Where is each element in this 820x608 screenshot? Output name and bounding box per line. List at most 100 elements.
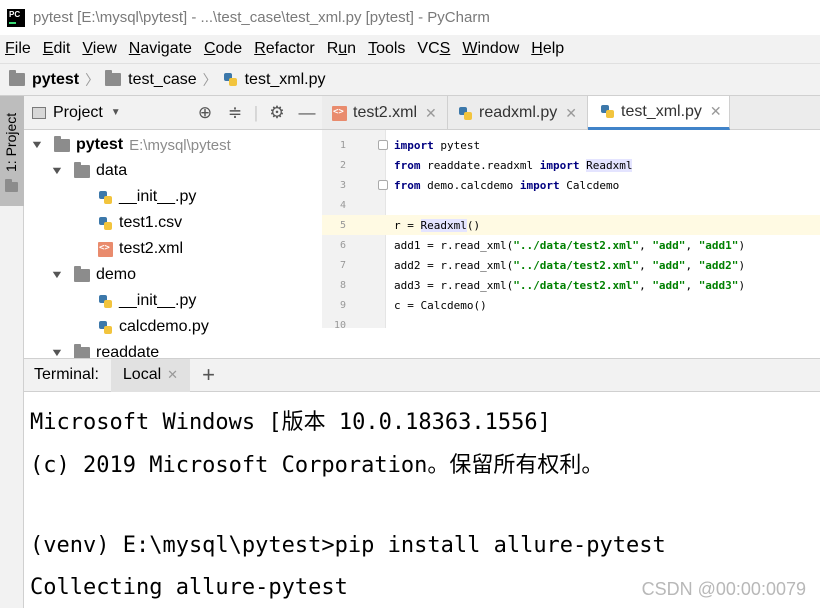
tree-item-label: test1.csv (119, 214, 183, 231)
breadcrumb: pytest 〉 test_case 〉 test_xml.py (0, 63, 820, 96)
tree-item-path: E:\mysql\pytest (129, 136, 231, 154)
breadcrumb-item-test-case[interactable]: test_case (105, 70, 197, 89)
window-title: pytest [E:\mysql\pytest] - ...\test_case… (33, 9, 490, 26)
menu-view[interactable]: View (77, 40, 121, 58)
line-number: 10 (333, 319, 346, 331)
breadcrumb-item-pytest[interactable]: pytest (9, 70, 79, 89)
breadcrumb-item-test-xml[interactable]: test_xml.py (223, 71, 326, 89)
tree-item[interactable]: ▼ demo (24, 262, 322, 288)
folder-icon (74, 265, 90, 282)
python-file-icon (98, 190, 113, 205)
menu-navigate[interactable]: Navigate (124, 40, 197, 58)
terminal-line: Microsoft Windows [版本 10.0.18363.1556] (30, 410, 551, 435)
hide-icon[interactable]: — (292, 103, 322, 123)
editor-tabs: test2.xml ✕ readxml.py ✕ test_xml.py ✕ (322, 96, 820, 130)
menu-edit[interactable]: Edit (38, 40, 76, 58)
menu-window[interactable]: Window (457, 40, 524, 58)
gear-icon[interactable]: ⚙ (262, 103, 292, 123)
folder-icon (9, 70, 25, 86)
line-number: 6 (339, 239, 346, 251)
locate-icon[interactable]: ⊕ (190, 103, 220, 123)
collapse-all-icon[interactable]: ≑ (220, 103, 250, 123)
chevron-down-icon[interactable]: ▼ (48, 165, 66, 177)
xml-file-icon (332, 105, 347, 121)
chevron-right-icon: 〉 (85, 71, 100, 88)
line-number: 7 (339, 259, 346, 271)
tab-readxml-py[interactable]: readxml.py ✕ (448, 96, 588, 130)
code-line: 3 from demo.calcdemo import Calcdemo (322, 175, 820, 195)
line-number: 5 (339, 219, 346, 231)
code-text: add2 = r.read_xml("../data/test2.xml", "… (394, 258, 746, 272)
title-bar: PC pytest [E:\mysql\pytest] - ...\test_c… (0, 0, 820, 35)
close-icon[interactable]: ✕ (167, 367, 178, 383)
code-line: 4 (322, 195, 820, 215)
line-number: 2 (339, 159, 346, 171)
tree-item-label: data (96, 162, 128, 179)
folder-icon (74, 161, 90, 178)
tree-item[interactable]: ▼ pytest E:\mysql\pytest (24, 132, 322, 158)
xml-file-icon (98, 241, 113, 257)
tree-item[interactable]: __init__.py (24, 288, 322, 314)
project-panel: Project ▼ ⊕ ≑ | ⚙ — ▼ pytest E:\mysql\pyte… (24, 96, 322, 361)
python-file-icon (458, 106, 473, 121)
chevron-down-icon[interactable]: ▼ (48, 269, 66, 281)
tree-item-label: pytest (76, 136, 124, 153)
toolbar-divider: | (253, 103, 259, 122)
terminal-tab-local[interactable]: Local ✕ (110, 358, 191, 392)
terminal-line: (venv) E:\mysql\pytest>pip install allur… (30, 533, 666, 558)
tree-item-label: test2.xml (119, 240, 184, 257)
tree-item[interactable]: calcdemo.py (24, 314, 322, 340)
project-view-selector[interactable]: Project ▼ (32, 104, 121, 122)
project-tool-button[interactable]: 1: Project (0, 96, 24, 206)
fold-icon[interactable] (378, 180, 388, 190)
watermark: CSDN @00:00:0079 (641, 579, 806, 599)
left-tool-strip: 1: Project (0, 96, 24, 608)
project-tool-label: 1: Project (3, 112, 19, 172)
new-terminal-icon[interactable]: + (202, 362, 215, 388)
menu-run[interactable]: Run (322, 40, 361, 58)
csv-file-icon (98, 216, 113, 231)
chevron-down-icon[interactable]: ▼ (28, 139, 46, 151)
python-file-icon (223, 72, 238, 87)
tree-item[interactable]: test1.csv (24, 210, 322, 236)
code-line: 6 add1 = r.read_xml("../data/test2.xml", … (322, 235, 820, 255)
folder-icon (105, 70, 122, 86)
menu-tools[interactable]: Tools (363, 40, 410, 58)
menu-refactor[interactable]: Refactor (249, 40, 319, 58)
menu-vcs[interactable]: VCS (412, 40, 455, 58)
code-editor[interactable]: 1 import pytest 2 from readdate.readxml imp… (322, 130, 820, 358)
terminal-output[interactable]: Microsoft Windows [版本 10.0.18363.1556] (… (24, 392, 820, 608)
code-text: r = Readxml() (394, 218, 481, 232)
tab-test2-xml[interactable]: test2.xml ✕ (322, 96, 448, 130)
tree-item[interactable]: __init__.py (24, 184, 322, 210)
tab-test-xml-py[interactable]: test_xml.py ✕ (588, 96, 730, 130)
menu-code[interactable]: Code (199, 40, 247, 58)
project-tree: ▼ pytest E:\mysql\pytest ▼ data __init__.py te… (24, 130, 322, 366)
tree-item-label: __init__.py (119, 188, 197, 205)
tree-item[interactable]: test2.xml (24, 236, 322, 262)
menu-help[interactable]: Help (526, 40, 569, 58)
tree-item[interactable]: ▼ data (24, 158, 322, 184)
code-text: add1 = r.read_xml("../data/test2.xml", "… (394, 238, 746, 252)
menu-file[interactable]: File (0, 40, 36, 58)
code-text: import pytest (394, 138, 481, 152)
close-icon[interactable]: ✕ (565, 105, 577, 122)
close-icon[interactable]: ✕ (425, 105, 437, 122)
code-line: 1 import pytest (322, 135, 820, 155)
code-line: 5 r = Readxml() (322, 215, 820, 235)
line-number: 4 (339, 199, 346, 211)
line-number: 1 (339, 139, 346, 151)
code-line: 8 add3 = r.read_xml("../data/test2.xml", … (322, 275, 820, 295)
line-number: 8 (339, 279, 346, 291)
fold-icon[interactable] (378, 140, 388, 150)
code-line: 7 add2 = r.read_xml("../data/test2.xml", … (322, 255, 820, 275)
close-icon[interactable]: ✕ (710, 103, 722, 120)
terminal-line: (c) 2019 Microsoft Corporation。保留所有权利。 (30, 453, 604, 478)
folder-icon (54, 135, 70, 152)
python-file-icon (600, 104, 615, 119)
line-number: 3 (339, 179, 346, 191)
code-text: from readdate.readxml import Readxml (394, 158, 633, 172)
code-text: from demo.calcdemo import Calcdemo (394, 178, 620, 192)
menu-bar: File Edit View Navigate Code Refactor Run Tools… (0, 35, 820, 63)
folder-icon (5, 179, 18, 196)
